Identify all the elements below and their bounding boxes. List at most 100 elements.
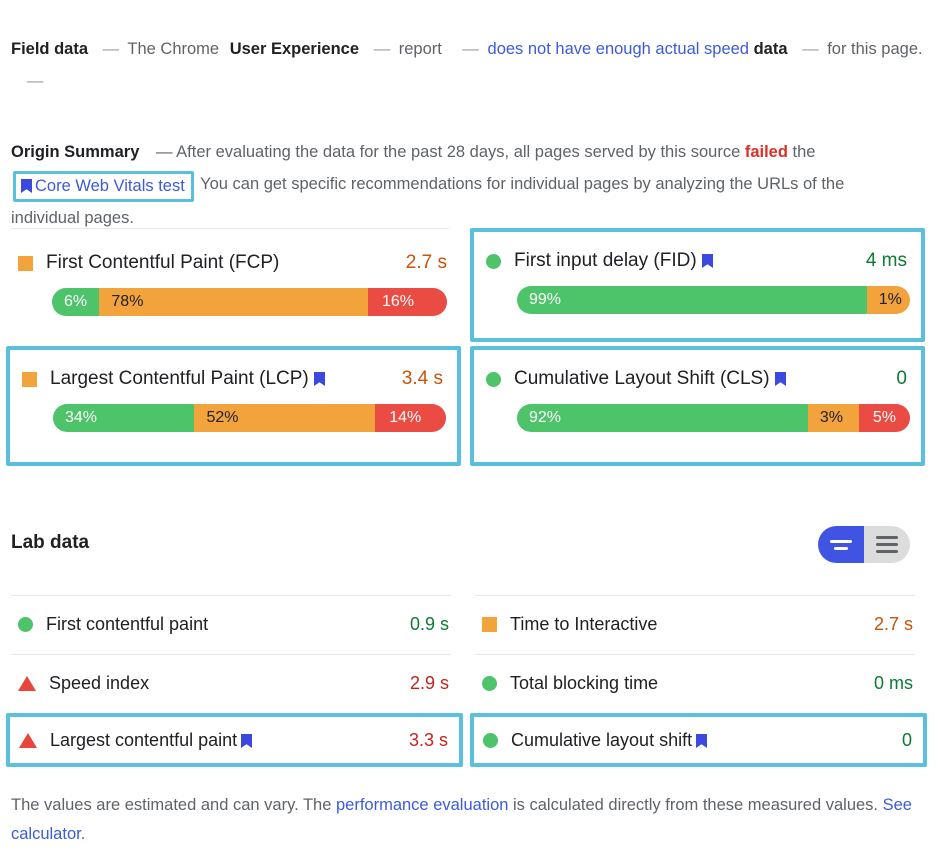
distribution-bar-wrap: 34% 52% 14% — [10, 404, 457, 432]
origin-summary-failed-status: failed — [744, 143, 788, 161]
row-divider — [11, 595, 451, 596]
distribution-segment-average: 52% — [194, 404, 376, 432]
origin-summary: Origin Summary — After evaluating the da… — [11, 136, 911, 234]
distribution-segment-poor: 14% — [375, 404, 446, 432]
field-data-text-3: report — [398, 40, 442, 58]
field-metric-card-lcp[interactable]: Largest Contentful Paint (LCP) 3.4 s 34%… — [6, 346, 461, 466]
toggle-bar — [834, 546, 848, 550]
status-circle-icon — [18, 617, 33, 632]
field-metric-card-fcp[interactable]: First Contentful Paint (FCP) 2.7 s 6% 78… — [6, 228, 461, 342]
status-square-icon — [22, 371, 37, 387]
dash-separator: — — [802, 40, 819, 58]
lab-metric-value: 0 ms — [873, 673, 913, 693]
lab-metric-row-total-blocking-time[interactable]: Total blocking time 0 ms — [470, 654, 927, 713]
metric-label: First Contentful Paint (FCP) — [46, 252, 280, 273]
status-circle-icon — [483, 732, 498, 748]
lab-metric-row-time-to-interactive[interactable]: Time to Interactive 2.7 s — [470, 595, 927, 654]
field-data-text-2: User Experience — [229, 40, 360, 58]
footnote-text-2: is calculated directly from these measur… — [508, 796, 883, 814]
metric-label: Cumulative Layout Shift (CLS) — [514, 368, 786, 390]
dash-separator: — — [102, 40, 120, 58]
field-metric-card-fid[interactable]: First input delay (FID) 4 ms 99% 1% — [470, 228, 925, 342]
dash-separator: — — [27, 72, 44, 90]
distribution-bar-wrap: 6% 78% 16% — [6, 288, 461, 316]
lab-metric-row-first-contentful-paint[interactable]: First contentful paint 0.9 s — [6, 595, 463, 654]
toggle-bar — [830, 539, 852, 543]
lab-metric-value: 3.3 s — [408, 729, 448, 750]
lab-data-footnote: The values are estimated and can vary. T… — [11, 791, 916, 849]
footnote-text-1: The values are estimated and can vary. T… — [11, 796, 336, 814]
distribution-bar: 92% 3% 5% — [517, 404, 910, 432]
row-divider — [11, 654, 451, 655]
status-triangle-icon — [18, 676, 36, 691]
metric-value: 3.4 s — [401, 368, 443, 389]
metric-value: 0 — [896, 368, 907, 389]
lab-metric-value: 0 — [901, 729, 912, 750]
distribution-bar: 99% 1% — [517, 286, 910, 314]
bookmark-icon — [696, 733, 708, 748]
core-web-vitals-test-link[interactable]: Core Web Vitals test — [13, 171, 194, 202]
status-square-icon — [18, 255, 33, 271]
lab-metrics-grid: First contentful paint 0.9 s Time to Int… — [0, 595, 941, 775]
field-data-link[interactable]: does not have enough actual speed — [488, 40, 749, 58]
distribution-segment-good: 34% — [53, 404, 195, 432]
bookmark-icon — [21, 179, 32, 193]
lab-metric-label: Speed index — [49, 673, 150, 693]
lab-metric-value: 2.9 s — [409, 673, 449, 693]
origin-summary-text-2: You can get specific recommendations for… — [200, 175, 651, 193]
origin-summary-the: the — [792, 143, 816, 161]
bookmark-icon — [701, 254, 713, 268]
lab-metric-row-cumulative-layout-shift[interactable]: Cumulative layout shift 0 — [470, 713, 927, 767]
view-toggle[interactable] — [818, 526, 910, 563]
metric-label: First input delay (FID) — [514, 250, 713, 272]
distribution-bar: 34% 52% 14% — [53, 404, 446, 432]
view-toggle-list-option[interactable] — [818, 526, 864, 563]
row-divider — [475, 654, 915, 655]
status-triangle-icon — [19, 732, 37, 748]
lab-metric-row-largest-contentful-paint[interactable]: Largest contentful paint 3.3 s — [6, 713, 463, 767]
metric-label: Largest Contentful Paint (LCP) — [50, 368, 325, 390]
distribution-bar-wrap: 99% 1% — [474, 286, 921, 314]
field-data-text-5: for this page. — [827, 40, 923, 58]
lab-metric-label: Cumulative layout shift — [511, 730, 708, 751]
field-metric-card-cls[interactable]: Cumulative Layout Shift (CLS) 0 92% 3% 5… — [470, 346, 925, 466]
lab-metric-label: Time to Interactive — [510, 614, 658, 634]
distribution-bar-wrap: 92% 3% 5% — [474, 404, 921, 432]
distribution-bar: 6% 78% 16% — [52, 288, 447, 316]
distribution-segment-poor: 5% — [858, 404, 910, 432]
metric-header: Cumulative Layout Shift (CLS) 0 — [474, 356, 921, 402]
field-data-text-4: data — [753, 40, 788, 58]
metric-header: First Contentful Paint (FCP) 2.7 s — [6, 240, 461, 286]
lab-metric-row-speed-index[interactable]: Speed index 2.9 s — [6, 654, 463, 713]
bookmark-icon — [313, 372, 325, 386]
status-circle-icon — [486, 371, 501, 387]
distribution-segment-good: 6% — [52, 288, 100, 316]
toggle-bar — [876, 536, 898, 539]
distribution-segment-average: 3% — [807, 404, 859, 432]
distribution-segment-average: 78% — [99, 288, 368, 316]
lab-metric-label: Total blocking time — [510, 673, 659, 693]
field-data-intro: Field data — The Chrome User Experience … — [11, 33, 926, 97]
distribution-segment-poor: 16% — [367, 288, 447, 316]
dash-separator: — — [462, 40, 479, 58]
metric-header: First input delay (FID) 4 ms — [474, 238, 921, 284]
pagespeed-report: Field data — The Chrome User Experience … — [0, 0, 941, 860]
lab-metric-value: 0.9 s — [409, 614, 449, 634]
origin-summary-text-1: After evaluating the data for the past 2… — [176, 143, 741, 161]
performance-evaluation-link[interactable]: performance evaluation — [336, 796, 508, 814]
view-toggle-detail-option[interactable] — [864, 526, 910, 563]
status-circle-icon — [482, 676, 497, 691]
toggle-bar — [876, 543, 898, 546]
lab-data-heading: Lab data — [11, 532, 90, 553]
core-web-vitals-test-label: Core Web Vitals test — [35, 177, 185, 195]
status-circle-icon — [486, 253, 501, 269]
toggle-bar — [876, 550, 898, 553]
field-data-text-1: The Chrome — [127, 40, 220, 58]
field-data-heading: Field data — [11, 40, 89, 58]
bookmark-icon — [241, 733, 253, 748]
metric-header: Largest Contentful Paint (LCP) 3.4 s — [10, 356, 457, 402]
distribution-segment-good: 99% — [517, 286, 867, 314]
dash-separator: — — [155, 143, 173, 161]
lab-metric-label: Largest contentful paint — [50, 730, 253, 751]
distribution-segment-average: 1% — [866, 286, 910, 314]
